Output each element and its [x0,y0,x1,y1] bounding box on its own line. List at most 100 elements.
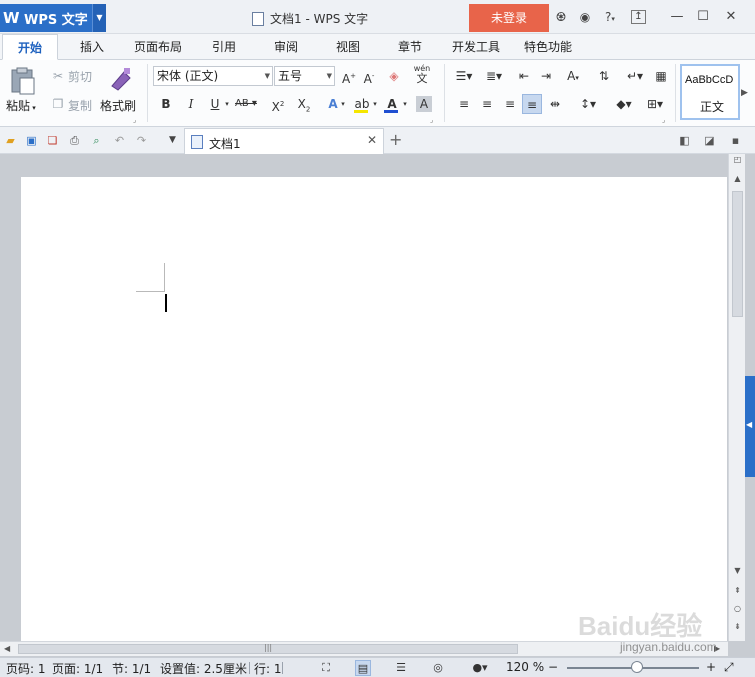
scroll-left-icon[interactable]: ◀ [4,644,10,653]
new-tab-icon[interactable]: + [389,130,402,149]
tab-special-features[interactable]: 特色功能 [518,34,578,60]
borders-icon[interactable]: ⊞▾ [642,94,668,114]
minimize-button[interactable]: — [668,8,686,26]
help-icon[interactable]: ?▾ [599,9,621,25]
pinyin-guide-icon[interactable]: wén 文 [408,64,436,84]
italic-icon[interactable]: I [181,94,201,114]
eye-protection-icon[interactable]: ●▾ [468,660,492,676]
shading-fill-icon[interactable]: ◆▾ [611,94,637,114]
underline-icon[interactable]: U [205,94,225,114]
next-page-icon[interactable]: ⇟ [731,622,744,634]
select-browse-object-icon[interactable]: ○ [731,604,744,616]
read-mode-icon[interactable]: ◪ [702,133,717,148]
highlight-icon[interactable]: ab [352,94,372,114]
fullscreen-icon[interactable]: ▪ [728,133,743,148]
subscript-icon[interactable]: X2 [294,94,314,114]
zoom-slider-thumb[interactable] [631,661,643,673]
superscript-icon[interactable]: X2 [268,94,288,114]
upload-icon[interactable]: ↥ [631,10,646,24]
format-painter-label[interactable]: 格式刷 [100,97,136,114]
font-color-icon[interactable]: A [382,94,402,114]
font-size-select[interactable]: 五号 ▼ [274,66,335,86]
table-grid-icon[interactable]: ▦ [651,66,671,86]
save-icon[interactable]: ▣ [24,133,39,148]
tab-page-layout[interactable]: 页面布局 [128,34,188,60]
zoom-in-icon[interactable]: + [706,660,716,674]
chevron-down-icon[interactable]: ▼ [165,133,180,148]
document-page[interactable] [21,177,727,647]
status-page-number[interactable]: 页码: 1 [6,660,46,677]
scroll-up-icon[interactable]: ▲ [731,174,744,186]
chevron-down-icon[interactable]: ▾ [371,94,379,114]
shrink-font-icon[interactable]: A- [359,66,379,86]
align-left-icon[interactable]: ≡ [454,94,474,114]
tab-chapter[interactable]: 章节 [388,34,432,60]
web-view-icon[interactable]: ◎ [430,660,446,676]
shirt-skin-icon[interactable]: ♼ [553,9,569,25]
dialog-launcher-icon[interactable]: ⌟ [662,116,665,124]
align-center-icon[interactable]: ≡ [477,94,497,114]
numbering-icon[interactable]: ≣▾ [481,66,507,86]
tab-review[interactable]: 审阅 [264,34,308,60]
decrease-indent-icon[interactable]: ⇤ [514,66,534,86]
bold-icon[interactable]: B [156,94,176,114]
chevron-down-icon[interactable]: ▾ [223,94,231,114]
tab-view[interactable]: 视图 [326,34,370,60]
fullscreen-view-icon[interactable]: ⛶ [318,660,334,676]
copy-icon[interactable]: ❐ [48,94,68,114]
vertical-scroll-thumb[interactable] [732,191,743,317]
tab-insert[interactable]: 插入 [70,34,114,60]
font-name-select[interactable]: 宋体 (正文) ▼ [153,66,273,86]
horizontal-scrollbar[interactable]: ◀ ||| ▶ [0,641,728,656]
login-button[interactable]: 未登录 [469,4,549,32]
dialog-launcher-icon[interactable]: ⌟ [430,116,433,124]
close-button[interactable]: ✕ [722,8,740,26]
open-folder-icon[interactable]: ▰ [3,133,18,148]
maximize-button[interactable]: ☐ [694,8,712,26]
status-page-count[interactable]: 页面: 1/1 [52,660,103,677]
grow-font-icon[interactable]: A+ [339,66,359,86]
zoom-level[interactable]: 120 % [506,660,544,674]
status-line[interactable]: 行: 1 [254,660,282,677]
tab-developer[interactable]: 开发工具 [446,34,506,60]
app-menu-button[interactable]: W WPS 文字 ▼ [0,4,106,32]
change-case-icon[interactable]: A▾ [560,66,586,86]
style-normal[interactable]: AaBbCcD 正文 [680,64,740,120]
chat-bubble-icon[interactable]: ◉ [577,9,593,25]
tab-references[interactable]: 引用 [202,34,246,60]
undo-icon[interactable]: ↶ [112,133,127,148]
format-painter-button[interactable] [108,66,132,92]
horizontal-scroll-thumb[interactable]: ||| [18,643,518,654]
character-shading-icon[interactable]: A [416,96,432,112]
sort-icon[interactable]: ⇅ [594,66,614,86]
cut-label[interactable]: 剪切 [68,68,92,85]
align-right-icon[interactable]: ≡ [500,94,520,114]
export-pdf-icon[interactable]: ❏ [45,133,60,148]
status-section[interactable]: 节: 1/1 [112,660,151,677]
chevron-down-icon[interactable]: ▾ [401,94,409,114]
paste-label[interactable]: 粘贴 ▾ [6,97,36,114]
scroll-down-icon[interactable]: ▼ [731,566,744,578]
page-view-icon[interactable]: ▤ [355,660,371,676]
tab-start[interactable]: 开始 [2,34,58,60]
copy-label[interactable]: 复制 [68,97,92,114]
document-tab[interactable]: 文档1 ✕ [184,128,384,154]
tab-list-icon[interactable]: ◧ [677,133,692,148]
previous-page-icon[interactable]: ⇞ [731,586,744,598]
increase-indent-icon[interactable]: ⇥ [536,66,556,86]
chevron-down-icon[interactable]: ▼ [92,4,106,32]
outline-view-icon[interactable]: ☰ [393,660,409,676]
redo-icon[interactable]: ↷ [134,133,149,148]
fit-window-icon[interactable]: ⤢ [724,660,734,675]
side-panel-toggle[interactable]: ◀ [745,376,755,477]
zoom-out-icon[interactable]: − [548,660,558,674]
strikethrough-icon[interactable]: AB ▾ [234,94,258,114]
scissors-icon[interactable]: ✂ [48,66,68,86]
paste-button[interactable] [8,66,38,96]
status-setting[interactable]: 设置值: 2.5厘米 [160,660,247,677]
bullets-icon[interactable]: ☰▾ [451,66,477,86]
chevron-down-icon[interactable]: ▾ [339,94,347,114]
paragraph-mark-icon[interactable]: ↵▾ [622,66,648,86]
print-preview-icon[interactable]: ⌕ [89,133,104,148]
distributed-align-icon[interactable]: ⇹ [545,94,565,114]
